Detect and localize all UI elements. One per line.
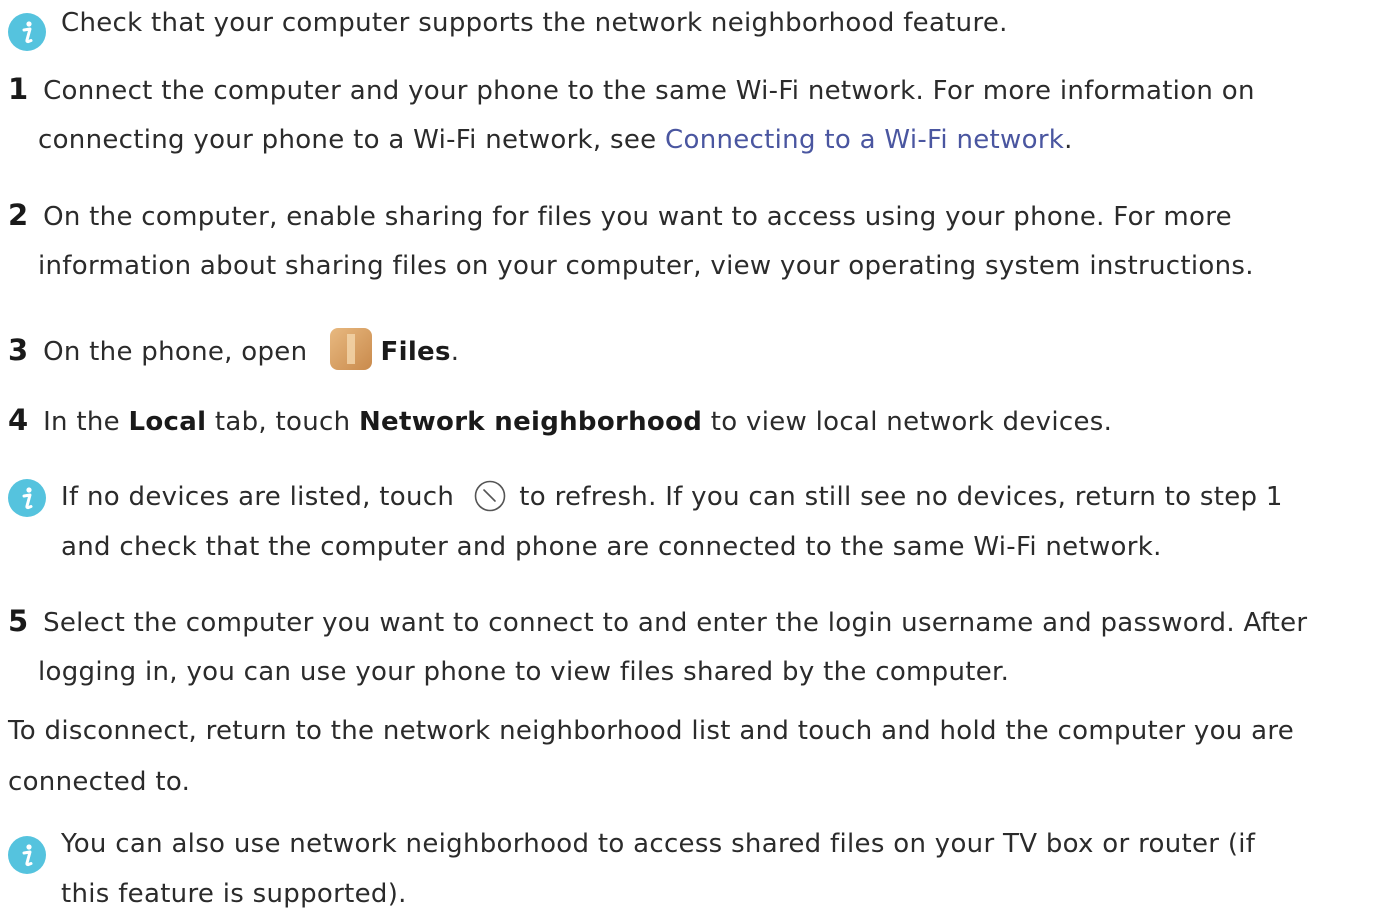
disconnect-paragraph-line-2: connected to. [8, 767, 191, 797]
step-5-line-2: logging in, you can use your phone to vi… [38, 657, 1010, 687]
step-1: 1 Connect the computer and your phone to… [8, 72, 1255, 108]
note-tv-box-line-2: this feature is supported). [61, 879, 407, 909]
step-4: 4 In the Local tab, touch Network neighb… [8, 403, 1112, 439]
wifi-network-link[interactable]: Connecting to a Wi-Fi network [665, 125, 1064, 155]
step-text-end: . [450, 337, 460, 367]
step-1-line-2: connecting your phone to a Wi-Fi network… [38, 123, 1073, 157]
step-text: On the computer, enable sharing for file… [43, 202, 1232, 232]
step-text: tab, touch [206, 407, 359, 437]
step-text: Select the computer you want to connect … [43, 608, 1308, 638]
files-app-label: Files [380, 337, 451, 367]
step-number: 5 [8, 604, 29, 638]
step-text: to view local network devices. [702, 407, 1113, 437]
note-tv-box: You can also use network neighborhood to… [61, 829, 1256, 859]
step-3: 3 On the phone, open Files. [8, 328, 459, 370]
disconnect-paragraph: To disconnect, return to the network nei… [8, 716, 1295, 746]
network-neighborhood-label: Network neighborhood [358, 407, 703, 437]
note-check-support: Check that your computer supports the ne… [61, 8, 1008, 38]
info-icon [8, 479, 46, 517]
step-number: 2 [8, 198, 29, 232]
info-icon [8, 836, 46, 874]
step-text: Connect the computer and your phone to t… [43, 76, 1255, 106]
refresh-icon [473, 479, 507, 522]
step-number: 1 [8, 72, 29, 106]
note-text: If no devices are listed, touch [61, 482, 455, 512]
step-2-line-2: information about sharing files on your … [38, 251, 1254, 281]
local-tab-label: Local [128, 407, 207, 437]
note-no-devices-line-2: and check that the computer and phone ar… [61, 532, 1162, 562]
step-number: 4 [8, 403, 29, 437]
step-5: 5 Select the computer you want to connec… [8, 604, 1307, 640]
info-icon [8, 13, 46, 51]
step-text: In the [43, 407, 129, 437]
files-app-icon [329, 328, 372, 370]
note-text: to refresh. If you can still see no devi… [519, 482, 1283, 512]
note-no-devices: If no devices are listed, touch to refre… [61, 479, 1283, 522]
step-text: On the phone, open [43, 337, 308, 367]
step-text: connecting your phone to a Wi-Fi network… [38, 125, 666, 155]
step-text-end: . [1064, 125, 1073, 155]
step-2: 2 On the computer, enable sharing for fi… [8, 198, 1232, 234]
step-number: 3 [8, 333, 29, 367]
